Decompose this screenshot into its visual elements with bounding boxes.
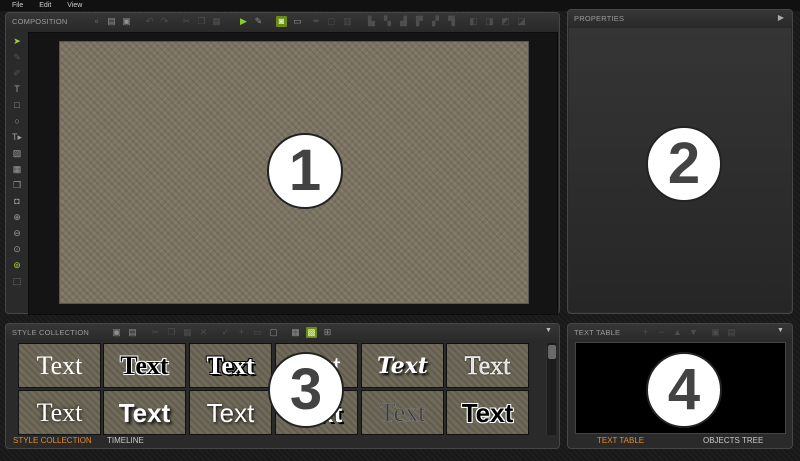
zoom-fit-icon[interactable]: ⊙ bbox=[9, 241, 25, 257]
scroll-thumb[interactable] bbox=[548, 345, 556, 359]
style-tile[interactable]: Text bbox=[103, 390, 186, 435]
copy-icon[interactable]: ❐ bbox=[166, 327, 177, 338]
text-table-dropdown-icon[interactable]: ▼ bbox=[777, 327, 784, 334]
style-tile[interactable]: Text bbox=[18, 343, 101, 388]
arrange-back-icon[interactable]: ◨ bbox=[484, 16, 495, 27]
composition-panel: COMPOSITION ▫ ▤ ▣ ↶ ↷ ✂ ❐ ▦ ▶ ✎ ◙ ▭ ✒ ▢ … bbox=[5, 12, 560, 315]
text-table-title: TEXT TABLE bbox=[574, 328, 621, 337]
style-tile[interactable]: Text bbox=[103, 343, 186, 388]
menu-file[interactable]: File bbox=[12, 2, 23, 9]
ungroup-icon[interactable]: ◪ bbox=[516, 16, 527, 27]
paste-icon[interactable]: ▦ bbox=[211, 16, 222, 27]
arrange-front-icon[interactable]: ◧ bbox=[468, 16, 479, 27]
move-up-icon[interactable]: ▲ bbox=[672, 327, 683, 338]
camera-tool-icon[interactable]: ◘ bbox=[9, 193, 25, 209]
style-tile[interactable]: Text bbox=[189, 343, 272, 388]
tool-palette: ➤ ✎ ✐ T □ ○ T▸ ▨ ▦ ❐ ◘ ⊕ ⊖ ⊙ ⊚ ⬚ bbox=[9, 33, 25, 289]
style-collection-header: STYLE COLLECTION bbox=[6, 324, 559, 341]
tab-objects-tree[interactable]: OBJECTS TREE bbox=[703, 433, 763, 448]
align-left-icon[interactable]: ▙ bbox=[366, 16, 377, 27]
rectangle-tool-icon[interactable]: □ bbox=[9, 97, 25, 113]
style-tile[interactable]: Text bbox=[361, 343, 444, 388]
align-middle-icon[interactable]: ▞ bbox=[430, 16, 441, 27]
properties-title: PROPERTIES bbox=[574, 14, 625, 23]
text-tool-icon[interactable]: T bbox=[9, 81, 25, 97]
properties-panel: PROPERTIES ▶ 2 bbox=[567, 9, 793, 314]
cut-icon[interactable]: ✂ bbox=[150, 327, 161, 338]
menu-view[interactable]: View bbox=[67, 2, 82, 9]
copy-tool-icon[interactable]: ❐ bbox=[9, 177, 25, 193]
style-collection-dropdown-icon[interactable]: ▼ bbox=[545, 327, 552, 334]
style-collection-title: STYLE COLLECTION bbox=[12, 328, 89, 337]
film-tool-icon[interactable]: ▦ bbox=[9, 161, 25, 177]
redo-icon[interactable]: ↷ bbox=[159, 16, 170, 27]
small-grid-icon[interactable]: ▦ bbox=[290, 327, 301, 338]
align-top-icon[interactable]: ▛ bbox=[414, 16, 425, 27]
menu-edit[interactable]: Edit bbox=[39, 2, 51, 9]
tree-view-icon[interactable]: ⊞ bbox=[322, 327, 333, 338]
style-tile[interactable]: Text bbox=[361, 390, 444, 435]
select-arrow-icon[interactable]: ➤ bbox=[9, 33, 25, 49]
zoom-out-icon[interactable]: ⊖ bbox=[9, 225, 25, 241]
save-icon[interactable]: ▣ bbox=[710, 327, 721, 338]
text-path-tool-icon[interactable]: T▸ bbox=[9, 129, 25, 145]
move-down-icon[interactable]: ▼ bbox=[688, 327, 699, 338]
play-icon[interactable]: ▶ bbox=[238, 16, 249, 27]
pen-icon[interactable]: ✒ bbox=[311, 16, 322, 27]
open-folder-icon[interactable]: ▤ bbox=[726, 327, 737, 338]
style-tile[interactable]: Text bbox=[18, 390, 101, 435]
composition-title: COMPOSITION bbox=[12, 17, 68, 26]
style-collection-panel: STYLE COLLECTION ▣ ▤ ✂ ❐ ▦ ✕ ✓ + ▭ ▢ ▦ ▩… bbox=[5, 323, 560, 449]
frame-icon[interactable]: ▢ bbox=[326, 16, 337, 27]
numbered-icon[interactable]: ▢ bbox=[268, 327, 279, 338]
align-bottom-icon[interactable]: ▜ bbox=[446, 16, 457, 27]
tab-style-collection[interactable]: STYLE COLLECTION bbox=[13, 433, 92, 448]
scene-settings-icon[interactable]: ◙ bbox=[276, 16, 287, 27]
zoom-in-icon[interactable]: ⊕ bbox=[9, 209, 25, 225]
frame-select-icon[interactable]: ⬚ bbox=[9, 273, 25, 289]
save-icon[interactable]: ▣ bbox=[121, 16, 132, 27]
tab-text-table[interactable]: TEXT TABLE bbox=[597, 433, 644, 448]
style-collection-tabs: STYLE COLLECTION TIMELINE bbox=[6, 433, 559, 448]
undo-icon[interactable]: ↶ bbox=[144, 16, 155, 27]
region-badge-1: 1 bbox=[267, 133, 343, 209]
properties-header: PROPERTIES bbox=[568, 10, 792, 27]
align-right-icon[interactable]: ▟ bbox=[398, 16, 409, 27]
style-tile[interactable]: Text bbox=[446, 343, 529, 388]
style-tile[interactable]: Text bbox=[446, 390, 529, 435]
zoom-actual-icon[interactable]: ⊚ bbox=[9, 257, 25, 273]
open-folder-icon[interactable]: ▤ bbox=[106, 16, 117, 27]
image-tool-icon[interactable]: ▨ bbox=[9, 145, 25, 161]
style-tile[interactable]: Text bbox=[189, 390, 272, 435]
cut-icon[interactable]: ✂ bbox=[181, 16, 192, 27]
copy-icon[interactable]: ❐ bbox=[196, 16, 207, 27]
region-badge-2: 2 bbox=[646, 126, 722, 202]
expand-arrow-icon[interactable]: ▶ bbox=[778, 13, 784, 22]
new-file-icon[interactable]: ▫ bbox=[91, 16, 102, 27]
remove-icon[interactable]: − bbox=[656, 327, 667, 338]
style-grid-scrollbar[interactable] bbox=[546, 343, 556, 435]
paste-icon[interactable]: ▦ bbox=[182, 327, 193, 338]
align-center-icon[interactable]: ▚ bbox=[382, 16, 393, 27]
delete-icon[interactable]: ✕ bbox=[198, 327, 209, 338]
edit-icon[interactable]: ✎ bbox=[253, 16, 264, 27]
pen-tool-icon[interactable]: ✎ bbox=[9, 49, 25, 65]
add-icon[interactable]: + bbox=[236, 327, 247, 338]
tab-timeline[interactable]: TIMELINE bbox=[107, 433, 144, 448]
frame-2-icon[interactable]: ▥ bbox=[342, 16, 353, 27]
large-grid-icon[interactable]: ▩ bbox=[306, 327, 317, 338]
save-icon[interactable]: ▣ bbox=[111, 327, 122, 338]
screen-icon[interactable]: ▭ bbox=[292, 16, 303, 27]
list-icon[interactable]: ▭ bbox=[252, 327, 263, 338]
node-tool-icon[interactable]: ✐ bbox=[9, 65, 25, 81]
check-icon[interactable]: ✓ bbox=[220, 327, 231, 338]
text-table-tabs: TEXT TABLE OBJECTS TREE bbox=[568, 433, 792, 448]
text-table-panel: TEXT TABLE + − ▲ ▼ ▣ ▤ ▼ TEXT TABLE OBJE… bbox=[567, 323, 793, 449]
ellipse-tool-icon[interactable]: ○ bbox=[9, 113, 25, 129]
open-folder-icon[interactable]: ▤ bbox=[127, 327, 138, 338]
region-badge-3: 3 bbox=[268, 352, 344, 428]
group-icon[interactable]: ◩ bbox=[500, 16, 511, 27]
region-badge-4: 4 bbox=[646, 352, 722, 428]
add-icon[interactable]: + bbox=[640, 327, 651, 338]
